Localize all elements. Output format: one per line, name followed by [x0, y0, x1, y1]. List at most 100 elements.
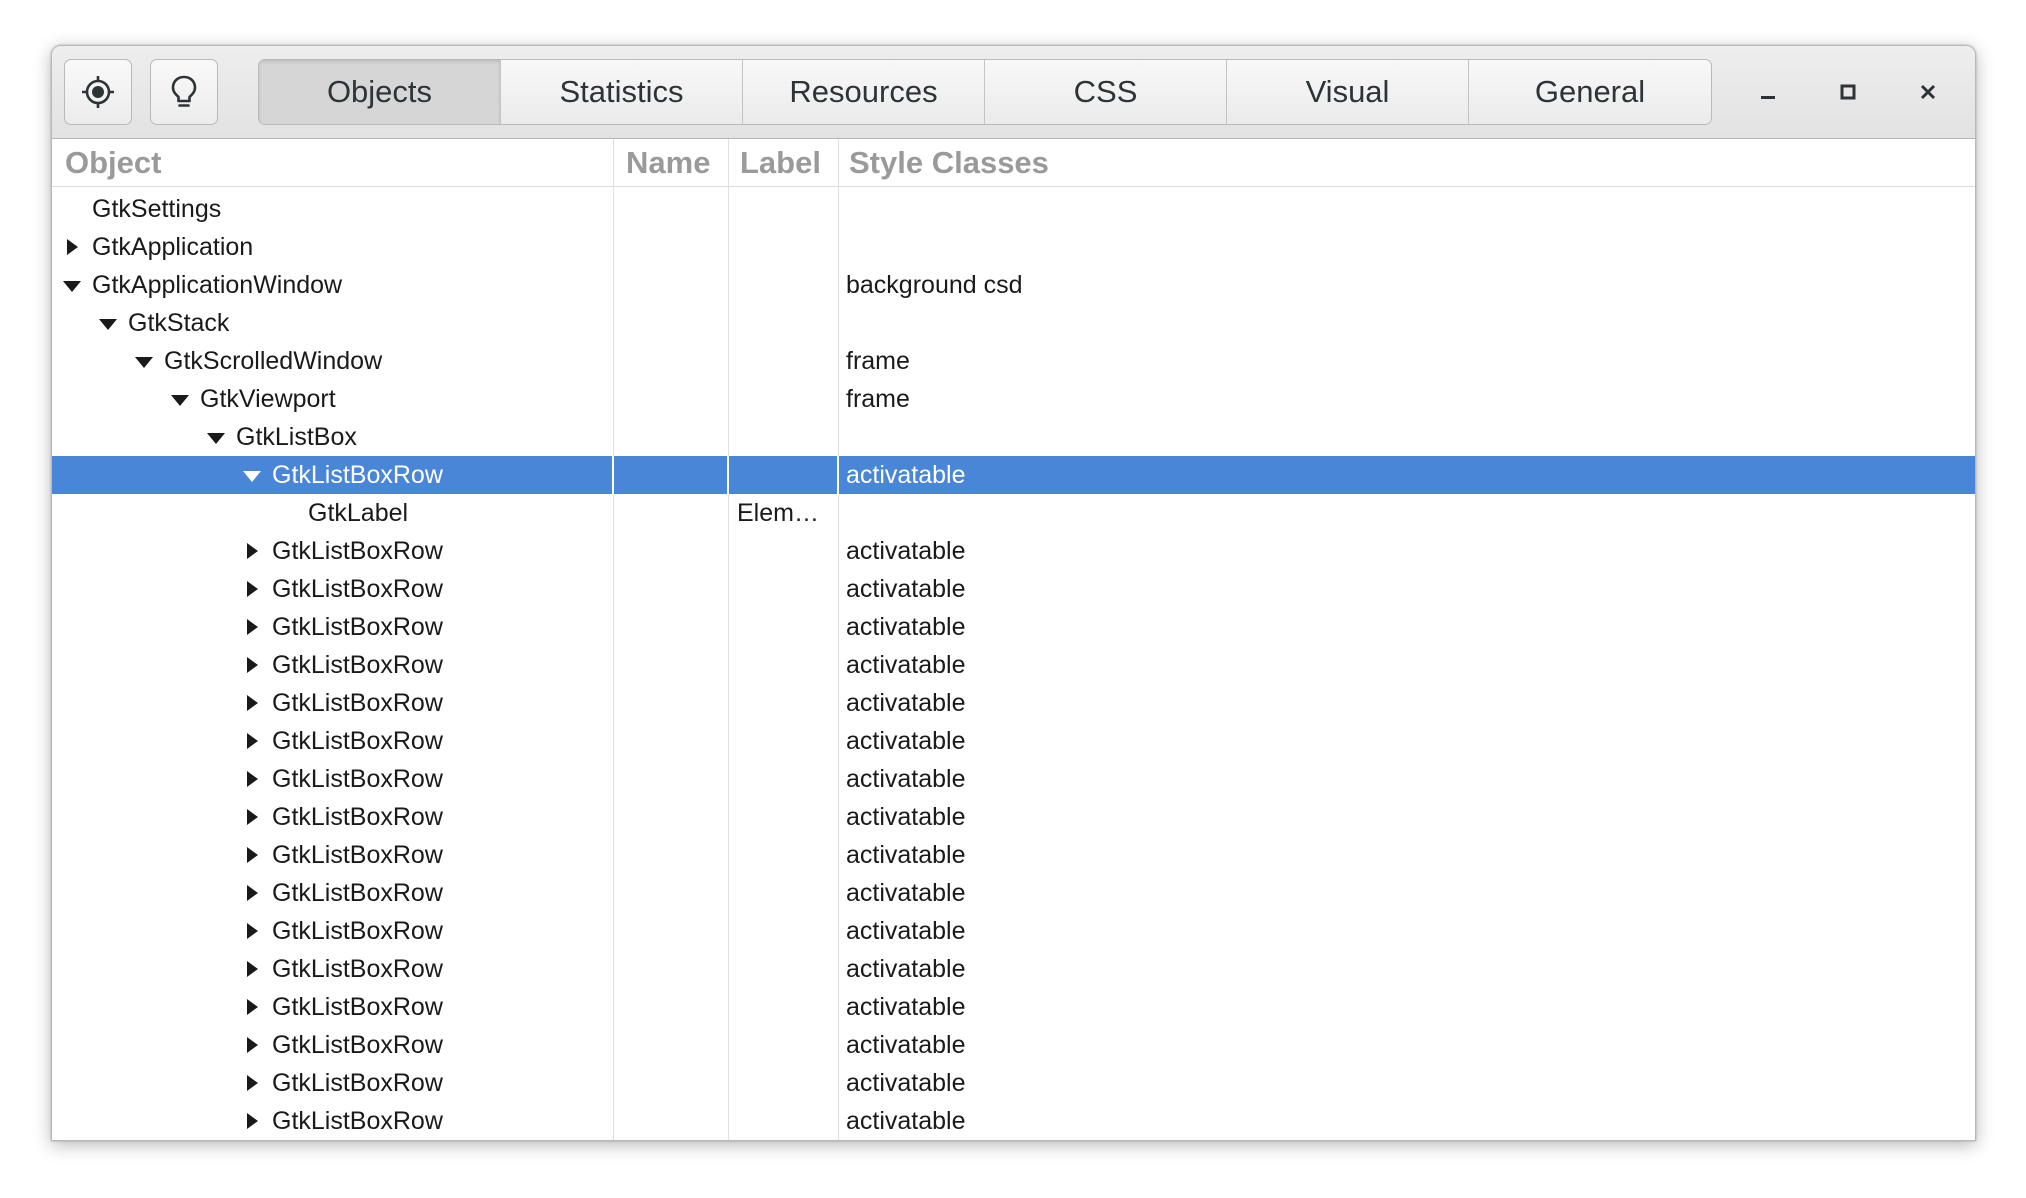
- tree-row[interactable]: GtkApplication: [52, 228, 1975, 266]
- object-name-cell: [623, 988, 724, 1026]
- object-type-cell: GtkViewport: [200, 385, 336, 413]
- style-classes-cell: [846, 190, 1946, 228]
- expander-expanded-icon[interactable]: [168, 380, 192, 418]
- style-classes-cell: [846, 418, 1946, 456]
- tree-row[interactable]: GtkListBox: [52, 418, 1975, 456]
- tree-row[interactable]: GtkListBoxRow activatable: [52, 570, 1975, 608]
- object-label-cell: [737, 684, 835, 722]
- minimize-icon: [1761, 96, 1775, 99]
- object-name-cell: [623, 228, 724, 266]
- maximize-button[interactable]: [1822, 66, 1874, 118]
- tree-row[interactable]: GtkListBoxRow activatable: [52, 608, 1975, 646]
- expander-collapsed-icon[interactable]: [240, 570, 264, 608]
- tree-row[interactable]: GtkListBoxRow activatable: [52, 912, 1975, 950]
- expander-collapsed-icon[interactable]: [240, 608, 264, 646]
- object-type-cell: GtkApplicationWindow: [92, 271, 343, 299]
- tree-row[interactable]: GtkListBoxRow activatable: [52, 874, 1975, 912]
- style-classes-cell: activatable: [846, 613, 966, 641]
- tree-row[interactable]: GtkListBoxRow activatable: [52, 646, 1975, 684]
- close-button[interactable]: [1902, 66, 1954, 118]
- column-header-name[interactable]: Name: [613, 139, 728, 186]
- object-label-cell: [737, 836, 835, 874]
- expander-collapsed-icon[interactable]: [240, 988, 264, 1026]
- triangle-right-icon: [246, 809, 258, 825]
- object-type-cell: GtkListBoxRow: [272, 461, 443, 489]
- tree-row[interactable]: GtkSettings: [52, 190, 1975, 228]
- object-label-cell: [737, 456, 835, 494]
- expander-collapsed-icon[interactable]: [240, 950, 264, 988]
- object-name-cell: [623, 570, 724, 608]
- tab-css[interactable]: CSS: [985, 60, 1227, 124]
- expander-expanded-icon[interactable]: [204, 418, 228, 456]
- tab-general[interactable]: General: [1469, 60, 1711, 124]
- style-classes-cell: activatable: [846, 537, 966, 565]
- expander-collapsed-icon[interactable]: [240, 532, 264, 570]
- expander-expanded-icon[interactable]: [96, 304, 120, 342]
- expander-collapsed-icon[interactable]: [240, 798, 264, 836]
- triangle-right-icon: [246, 885, 258, 901]
- triangle-down-icon: [99, 319, 117, 330]
- expander-collapsed-icon[interactable]: [240, 912, 264, 950]
- expander-collapsed-icon[interactable]: [240, 684, 264, 722]
- column-header-object[interactable]: Object: [52, 139, 613, 186]
- object-type-cell: GtkLabel: [308, 499, 409, 527]
- expander-collapsed-icon[interactable]: [60, 228, 84, 266]
- tree-row[interactable]: GtkListBoxRow activatable: [52, 1026, 1975, 1064]
- tree-row[interactable]: GtkApplicationWindow background csd: [52, 266, 1975, 304]
- expander-collapsed-icon[interactable]: [240, 1102, 264, 1140]
- object-name-cell: [623, 266, 724, 304]
- expander-collapsed-icon[interactable]: [240, 646, 264, 684]
- expander-collapsed-icon[interactable]: [240, 760, 264, 798]
- expander-collapsed-icon[interactable]: [240, 722, 264, 760]
- triangle-right-icon: [246, 581, 258, 597]
- tab-visual[interactable]: Visual: [1227, 60, 1469, 124]
- tree-row[interactable]: GtkListBoxRow activatable: [52, 836, 1975, 874]
- tree-row[interactable]: GtkListBoxRow activatable: [52, 684, 1975, 722]
- style-classes-cell: frame: [846, 347, 910, 375]
- triangle-right-icon: [246, 961, 258, 977]
- tree-row[interactable]: GtkListBoxRow activatable: [52, 760, 1975, 798]
- tree-row[interactable]: GtkListBoxRow activatable: [52, 988, 1975, 1026]
- expander-collapsed-icon[interactable]: [240, 1064, 264, 1102]
- column-header-label[interactable]: Label: [728, 139, 838, 186]
- expander-expanded-icon[interactable]: [60, 266, 84, 304]
- object-name-cell: [623, 646, 724, 684]
- expander-collapsed-icon[interactable]: [240, 836, 264, 874]
- object-label-cell: [737, 228, 835, 266]
- object-name-cell: [623, 532, 724, 570]
- expander-expanded-icon[interactable]: [240, 456, 264, 494]
- object-label-cell: [737, 266, 835, 304]
- expander-expanded-icon[interactable]: [132, 342, 156, 380]
- style-classes-cell: activatable: [846, 651, 966, 679]
- tree-row[interactable]: GtkListBoxRow activatable: [52, 950, 1975, 988]
- triangle-right-icon: [246, 733, 258, 749]
- tree-row[interactable]: GtkListBoxRow activatable: [52, 456, 1975, 494]
- tree-row[interactable]: GtkStack: [52, 304, 1975, 342]
- object-name-cell: [623, 874, 724, 912]
- tree-row[interactable]: GtkViewport frame: [52, 380, 1975, 418]
- tree-row[interactable]: GtkListBoxRow activatable: [52, 1064, 1975, 1102]
- tab-objects[interactable]: Objects: [259, 60, 501, 124]
- column-header-style-classes[interactable]: Style Classes: [838, 139, 1975, 186]
- object-type-cell: GtkSettings: [92, 195, 222, 223]
- object-type-cell: GtkApplication: [92, 233, 254, 261]
- tree-row[interactable]: GtkLabel Elem…: [52, 494, 1975, 532]
- select-object-button[interactable]: [64, 59, 132, 125]
- minimize-button[interactable]: [1742, 66, 1794, 118]
- tree-row[interactable]: GtkListBoxRow activatable: [52, 1102, 1975, 1140]
- tree-row[interactable]: GtkListBoxRow activatable: [52, 798, 1975, 836]
- object-name-cell: [623, 798, 724, 836]
- triangle-right-icon: [246, 1075, 258, 1091]
- tab-statistics[interactable]: Statistics: [501, 60, 743, 124]
- triangle-down-icon: [243, 471, 261, 482]
- expander-collapsed-icon[interactable]: [240, 1026, 264, 1064]
- triangle-down-icon: [135, 357, 153, 368]
- tree-row[interactable]: GtkListBoxRow activatable: [52, 722, 1975, 760]
- triangle-right-icon: [246, 771, 258, 787]
- triangle-right-icon: [66, 239, 78, 255]
- tree-row[interactable]: GtkScrolledWindow frame: [52, 342, 1975, 380]
- show-details-button[interactable]: [150, 59, 218, 125]
- expander-collapsed-icon[interactable]: [240, 874, 264, 912]
- tree-row[interactable]: GtkListBoxRow activatable: [52, 532, 1975, 570]
- tab-resources[interactable]: Resources: [743, 60, 985, 124]
